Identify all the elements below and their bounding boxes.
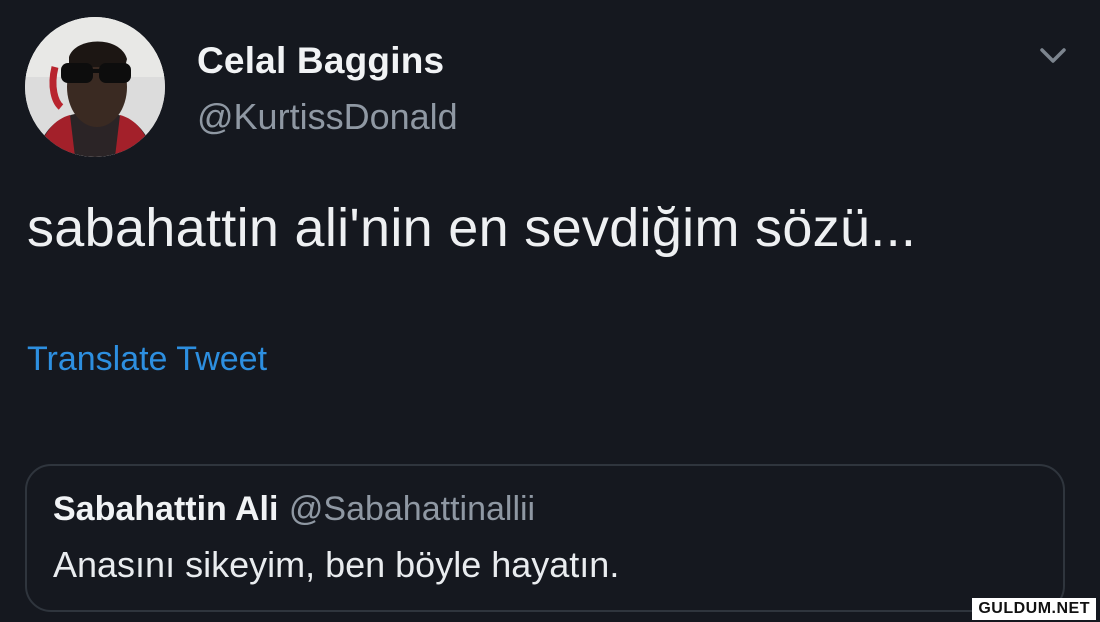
watermark: GULDUM.NET (972, 598, 1096, 620)
quoted-author-name: Sabahattin Ali (53, 490, 279, 528)
translate-tweet-link[interactable]: Translate Tweet (27, 340, 267, 379)
author-display-name[interactable]: Celal Baggins (197, 40, 444, 82)
tweet-card: Celal Baggins @KurtissDonald sabahattin … (0, 0, 1100, 622)
quoted-tweet-header: Sabahattin Ali @Sabahattinallii (53, 490, 535, 529)
quoted-tweet-text: Anasını sikeyim, ben böyle hayatın. (53, 544, 620, 585)
user-avatar-photo-icon (25, 17, 165, 157)
quoted-author-handle: @Sabahattinallii (288, 490, 536, 528)
avatar[interactable] (25, 17, 165, 157)
tweet-text: sabahattin ali'nin en sevdiğim sözü... (27, 198, 917, 258)
quoted-tweet[interactable]: Sabahattin Ali @Sabahattinallii Anasını … (25, 464, 1065, 612)
author-handle[interactable]: @KurtissDonald (197, 96, 458, 138)
chevron-down-icon[interactable] (1036, 40, 1070, 70)
